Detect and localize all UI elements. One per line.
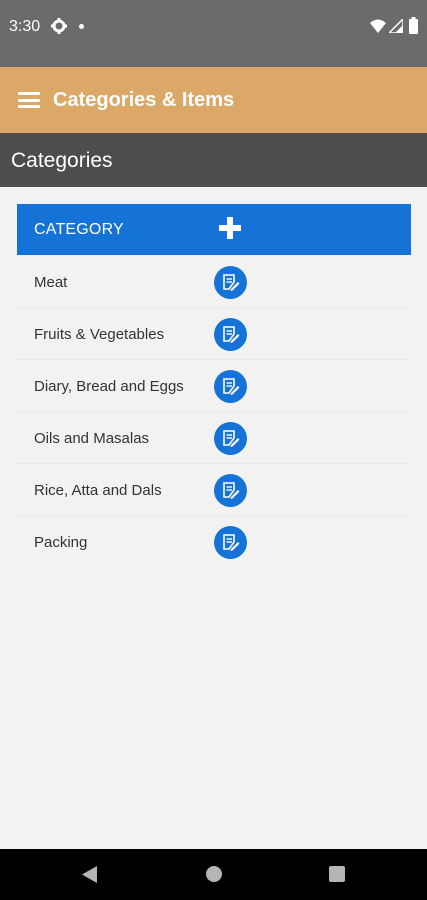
category-table-header: CATEGORY bbox=[17, 204, 411, 255]
category-label: Oils and Masalas bbox=[34, 430, 150, 447]
hamburger-menu-icon[interactable] bbox=[18, 92, 40, 108]
category-column-header: CATEGORY bbox=[34, 221, 124, 238]
edit-note-icon bbox=[223, 534, 240, 551]
edit-note-icon bbox=[223, 482, 240, 499]
app-title: Categories & Items bbox=[53, 89, 235, 111]
edit-note-icon bbox=[223, 274, 240, 291]
category-row[interactable]: Packing bbox=[17, 516, 411, 568]
add-category-button[interactable] bbox=[219, 217, 241, 239]
category-label: Packing bbox=[34, 534, 88, 551]
category-label: Meat bbox=[34, 274, 68, 291]
status-bar: 3:30 bbox=[0, 0, 427, 67]
battery-icon bbox=[409, 17, 418, 34]
category-row[interactable]: Rice, Atta and Dals bbox=[17, 464, 411, 516]
category-label: Fruits & Vegetables bbox=[34, 326, 165, 343]
back-icon[interactable] bbox=[82, 866, 98, 883]
category-row[interactable]: Meat bbox=[17, 256, 411, 308]
edit-category-button[interactable] bbox=[214, 370, 247, 403]
notification-dot-icon bbox=[79, 24, 84, 29]
app-bar: Categories & Items bbox=[0, 67, 427, 133]
edit-note-icon bbox=[223, 378, 240, 395]
category-label: Diary, Bread and Eggs bbox=[34, 378, 184, 395]
category-row[interactable]: Diary, Bread and Eggs bbox=[17, 360, 411, 412]
section-header: Categories bbox=[0, 133, 427, 187]
edit-category-button[interactable] bbox=[214, 474, 247, 507]
edit-category-button[interactable] bbox=[214, 422, 247, 455]
category-row[interactable]: Oils and Masalas bbox=[17, 412, 411, 464]
category-row[interactable]: Fruits & Vegetables bbox=[17, 308, 411, 360]
home-icon[interactable] bbox=[206, 866, 222, 882]
category-label: Rice, Atta and Dals bbox=[34, 482, 162, 499]
edit-category-button[interactable] bbox=[214, 318, 247, 351]
status-time: 3:30 bbox=[9, 18, 41, 35]
system-nav-bar bbox=[0, 849, 427, 900]
edit-note-icon bbox=[223, 430, 240, 447]
section-title: Categories bbox=[11, 149, 113, 172]
signal-icon bbox=[389, 19, 403, 33]
wifi-icon bbox=[370, 19, 386, 33]
edit-category-button[interactable] bbox=[214, 266, 247, 299]
edit-note-icon bbox=[223, 326, 240, 343]
recents-icon[interactable] bbox=[329, 866, 345, 882]
gear-icon bbox=[51, 18, 67, 34]
edit-category-button[interactable] bbox=[214, 526, 247, 559]
